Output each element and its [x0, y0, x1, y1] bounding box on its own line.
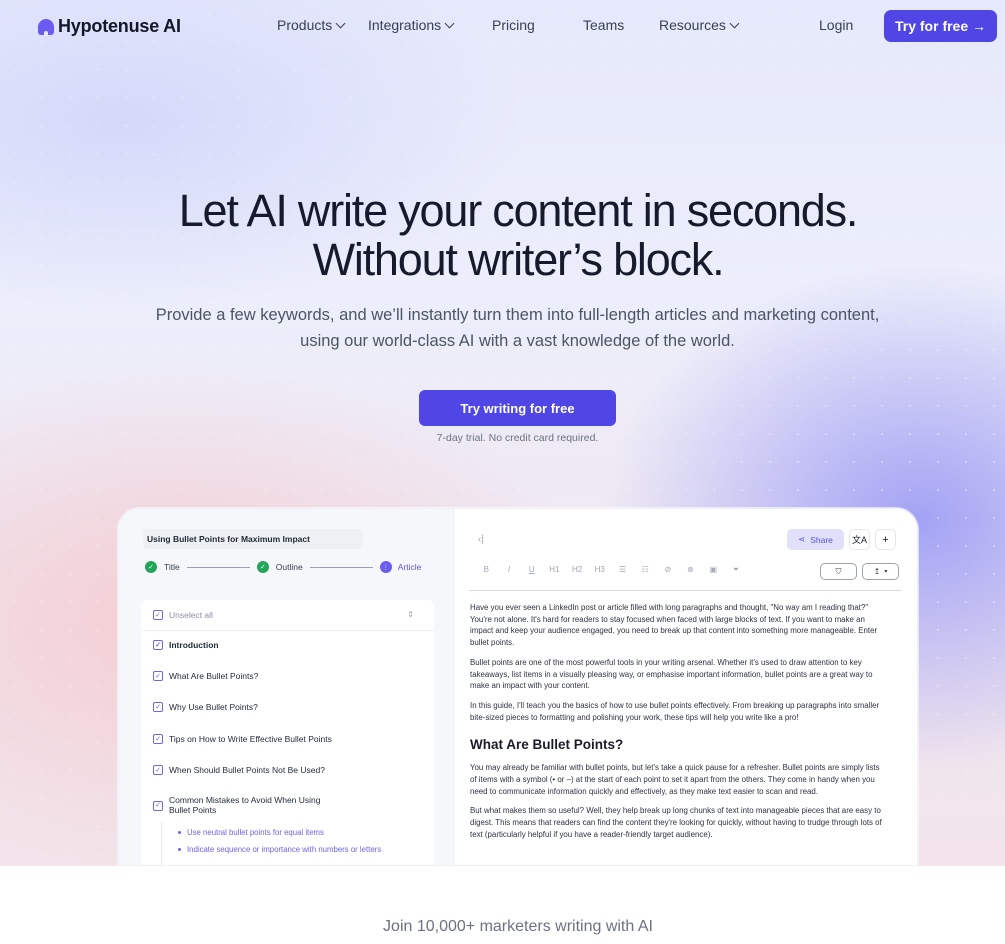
- outline-pane: Using Bullet Points for Maximum Impact ✓…: [119, 509, 454, 865]
- outline-item-label: Tips on How to Write Effective Bullet Po…: [169, 734, 332, 744]
- plus-icon: +: [882, 533, 889, 546]
- headline-line-1: Let AI write your content in seconds.: [178, 185, 859, 236]
- chevron-down-icon: [335, 18, 346, 28]
- back-arrow-icon[interactable]: ‹|: [478, 534, 484, 545]
- current-step-icon: ⋮: [379, 561, 392, 573]
- nav-pricing[interactable]: Pricing: [492, 17, 535, 33]
- logo[interactable]: Hypotenuse AI: [38, 16, 181, 37]
- social-proof-text: Join 10,000+ marketers writing with AI: [383, 918, 653, 935]
- article-paragraph: In this guide, I'll teach you the basics…: [470, 700, 880, 722]
- shield-icon: ⛉: [835, 566, 842, 576]
- document-title[interactable]: Using Bullet Points for Maximum Impact: [143, 529, 363, 549]
- checkbox-checked-icon[interactable]: ✓: [153, 765, 163, 775]
- top-navigation: Hypotenuse AI Products Integrations Pric…: [0, 0, 1005, 52]
- heading2-icon[interactable]: H2: [566, 565, 589, 575]
- nav-products-label: Products: [277, 17, 333, 33]
- clear-format-icon[interactable]: ⏷: [725, 565, 748, 575]
- article-paragraph: Have you ever seen a LinkedIn post or ar…: [470, 603, 878, 648]
- nav-integrations-label: Integrations: [368, 17, 442, 33]
- sub-point[interactable]: Indicate sequence or importance with num…: [178, 845, 381, 854]
- nav-products[interactable]: Products: [277, 17, 346, 33]
- step-outline[interactable]: Outline: [276, 562, 303, 572]
- outline-item[interactable]: ✓ Tips on How to Write Effective Bullet …: [153, 734, 332, 744]
- trial-note: 7-day trial. No credit card required.: [436, 432, 599, 444]
- outline-item[interactable]: ✓ What Are Bullet Points?: [153, 671, 258, 681]
- app-preview: Using Bullet Points for Maximum Impact ✓…: [118, 508, 918, 866]
- italic-icon[interactable]: I: [498, 565, 521, 575]
- step-article[interactable]: Article: [398, 562, 422, 572]
- article-paragraph: But what makes them so useful? Well, the…: [470, 806, 882, 839]
- sub-points: Use neutral bullet points for equal item…: [161, 822, 401, 865]
- outline-item[interactable]: ✓ Introduction: [153, 640, 219, 650]
- checkbox-checked-icon[interactable]: ✓: [153, 640, 163, 650]
- shield-button[interactable]: ⛉: [820, 563, 857, 580]
- link-icon[interactable]: ⊘: [657, 565, 680, 575]
- outline-item[interactable]: ✓ When Should Bullet Points Not Be Used?: [153, 765, 325, 775]
- hero-subhead: Provide a few keywords, and we’ll instan…: [155, 306, 880, 350]
- share-label: Share: [810, 534, 833, 545]
- unlink-icon[interactable]: ⊗: [679, 565, 702, 575]
- article-heading: What Are Bullet Points?: [470, 737, 624, 753]
- nav-teams[interactable]: Teams: [583, 17, 624, 33]
- translate-button[interactable]: 文A: [849, 529, 870, 550]
- checkbox-checked-icon[interactable]: ✓: [153, 702, 163, 712]
- export-button[interactable]: ↥ ▾: [862, 563, 899, 580]
- outline-item-label: Introduction: [169, 640, 219, 650]
- step-connector: [186, 566, 250, 568]
- upload-icon: ↥: [873, 567, 881, 576]
- article-paragraph: You may already be familiar with bullet …: [470, 763, 880, 796]
- check-icon: ✓: [145, 561, 157, 573]
- translate-icon: 文A: [851, 535, 867, 545]
- nav-teams-label: Teams: [583, 17, 625, 33]
- chevron-down-icon: ▾: [884, 569, 888, 575]
- heading1-icon[interactable]: H1: [543, 565, 566, 575]
- check-icon: ✓: [256, 561, 269, 573]
- formatting-toolbar: B I U H1 H2 H3 ☰ ☷ ⊘ ⊗ ▣ ⏷: [475, 565, 747, 575]
- sub-point[interactable]: Use neutral bullet points for equal item…: [178, 828, 324, 837]
- login-link[interactable]: Login: [819, 17, 853, 33]
- nav-resources-label: Resources: [659, 17, 726, 33]
- article-paragraph: Bullet points are one of the most powerf…: [470, 657, 873, 691]
- outline-item[interactable]: ✓ Why Use Bullet Points?: [153, 702, 258, 712]
- toolbar-divider: [469, 590, 901, 591]
- outline-item-label: What Are Bullet Points?: [169, 671, 259, 681]
- numbered-list-icon[interactable]: ☷: [634, 565, 657, 575]
- outline-list: ✓ Unselect all ⇕ ✓ Introduction ✓ What A…: [141, 600, 434, 865]
- try-for-free-button[interactable]: Try for free →: [884, 10, 997, 42]
- try-writing-for-free-button[interactable]: Try writing for free: [419, 390, 616, 426]
- share-icon: ⋖: [798, 534, 806, 544]
- bold-icon[interactable]: B: [475, 565, 498, 575]
- hero-headline: Let AI write your content in seconds. Wi…: [0, 186, 1005, 284]
- outline-item[interactable]: ✓ Common Mistakes to Avoid When Using Bu…: [153, 795, 333, 815]
- chevron-down-icon: [444, 18, 455, 28]
- bullet-list-icon[interactable]: ☰: [611, 565, 634, 575]
- step-title[interactable]: Title: [164, 562, 180, 572]
- outline-item-label: Why Use Bullet Points?: [169, 702, 258, 712]
- checkbox-checked-icon[interactable]: ✓: [153, 610, 163, 620]
- add-button[interactable]: +: [875, 529, 896, 550]
- progress-steps: ✓ Title ✓ Outline ⋮ Article: [145, 561, 421, 573]
- image-icon[interactable]: ▣: [702, 565, 725, 575]
- expand-collapse-icon[interactable]: ⇕: [407, 610, 414, 619]
- nav-pricing-label: Pricing: [492, 17, 535, 33]
- unselect-all-row[interactable]: ✓ Unselect all ⇕: [141, 600, 434, 631]
- nav-integrations[interactable]: Integrations: [368, 17, 455, 33]
- article-content[interactable]: Have you ever seen a LinkedIn post or ar…: [470, 602, 882, 849]
- headline-line-2: Without writer’s block.: [312, 234, 725, 285]
- checkbox-checked-icon[interactable]: ✓: [153, 671, 163, 681]
- share-button[interactable]: ⋖ Share: [787, 529, 844, 550]
- logo-text: Hypotenuse AI: [58, 16, 181, 36]
- checkbox-checked-icon[interactable]: ✓: [153, 800, 163, 811]
- underline-icon[interactable]: U: [520, 565, 543, 575]
- checkbox-checked-icon[interactable]: ✓: [153, 734, 163, 744]
- outline-item-label: When Should Bullet Points Not Be Used?: [169, 765, 325, 775]
- nav-resources[interactable]: Resources: [659, 17, 740, 33]
- unselect-all-label: Unselect all: [169, 610, 213, 620]
- outline-item-label: Common Mistakes to Avoid When Using Bull…: [169, 795, 321, 815]
- editor-pane: ‹| ⋖ Share 文A + B I U H1 H2 H3 ☰ ☷ ⊘ ⊗ ▣…: [454, 509, 917, 865]
- chevron-down-icon: [729, 18, 740, 28]
- hypotenuse-logo-icon: [38, 18, 54, 36]
- heading3-icon[interactable]: H3: [588, 565, 611, 575]
- step-connector: [309, 566, 373, 568]
